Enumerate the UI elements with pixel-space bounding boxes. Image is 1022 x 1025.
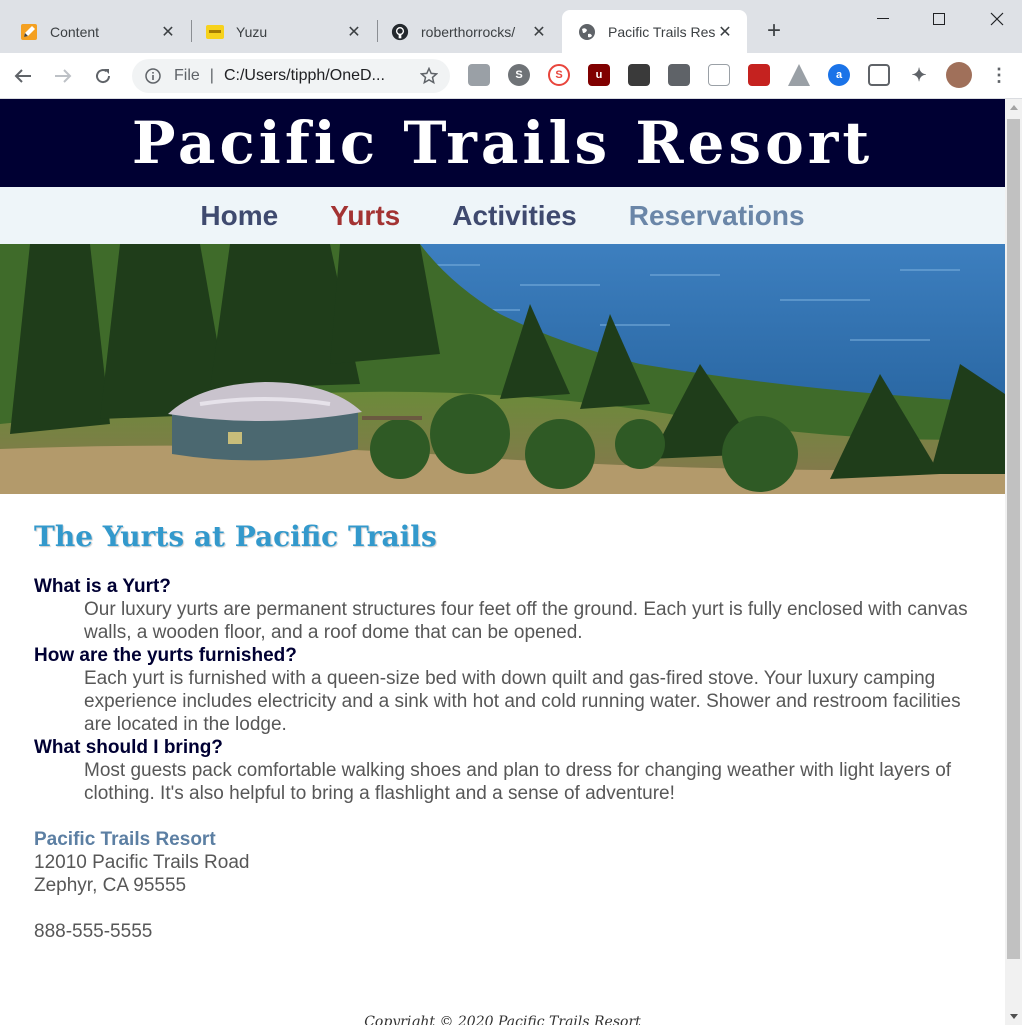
tab-yuzu[interactable]: Yuzu ✕ (186, 10, 376, 53)
contact-block: Pacific Trails Resort 12010 Pacific Trai… (34, 828, 971, 943)
faq-question: How are the yurts furnished? (34, 645, 297, 666)
contact-street: 12010 Pacific Trails Road (34, 852, 250, 873)
forward-arrow-icon[interactable] (50, 63, 76, 89)
shield-extension-icon[interactable] (748, 64, 770, 86)
close-icon[interactable]: ✕ (344, 22, 364, 42)
lightbulb-extension-icon[interactable] (668, 64, 690, 86)
skype-extension-icon[interactable]: S (508, 64, 530, 86)
tab-github[interactable]: roberthorrocks/ ✕ (371, 10, 561, 53)
scroll-down-arrow-icon[interactable] (1005, 1008, 1022, 1025)
main-content: The Yurts at Pacific Trails What is a Yu… (0, 494, 1005, 943)
contact-phone: 888-555-5555 (34, 921, 153, 942)
contact-city: Zephyr, CA 95555 (34, 875, 187, 896)
close-icon[interactable]: ✕ (158, 22, 178, 42)
site-nav: Home Yurts Activities Reservations (0, 187, 1005, 244)
ublock-extension-icon[interactable]: u (588, 64, 610, 86)
browser-toolbar: File | C:/Users/tipph/OneD... S S u a ✦ … (0, 53, 1022, 99)
faq-question: What should I bring? (34, 737, 223, 758)
faq-list: What is a Yurt? Our luxury yurts are per… (34, 575, 971, 805)
avatar[interactable] (946, 62, 972, 88)
reload-icon[interactable] (90, 63, 116, 89)
pocket-extension-icon[interactable] (708, 64, 730, 86)
minimize-icon[interactable] (860, 6, 906, 32)
page-scrollbar[interactable] (1005, 99, 1022, 1025)
faq-question: What is a Yurt? (34, 576, 171, 597)
back-arrow-icon[interactable] (10, 63, 36, 89)
office-extension-icon[interactable] (468, 64, 490, 86)
faq-answer: Each yurt is furnished with a queen-size… (84, 668, 961, 735)
s-extension-icon[interactable]: S (548, 64, 570, 86)
tab-title: Pacific Trails Res (608, 23, 715, 40)
page-viewport: Pacific Trails Resort Home Yurts Activit… (0, 99, 1005, 1025)
url-text: C:/Users/tipph/OneD... (223, 67, 385, 84)
close-window-icon[interactable] (974, 6, 1020, 32)
faq-answer: Most guests pack comfortable walking sho… (84, 760, 952, 804)
site-title: Pacific Trails Resort (131, 109, 874, 177)
tab-pacific-trails[interactable]: Pacific Trails Res ✕ (562, 10, 747, 53)
tab-content[interactable]: Content ✕ (0, 10, 190, 53)
globe-icon (578, 23, 596, 41)
github-icon (391, 23, 409, 41)
tab-title: Yuzu (236, 23, 268, 40)
close-icon[interactable]: ✕ (715, 22, 735, 42)
nav-yurts[interactable]: Yurts (330, 200, 400, 232)
url-scheme: File (174, 67, 200, 84)
scroll-thumb[interactable] (1007, 119, 1020, 959)
scroll-up-arrow-icon[interactable] (1005, 99, 1022, 116)
pencil-icon (20, 23, 38, 41)
menu-dots-icon[interactable]: ⋮ (988, 64, 1010, 86)
address-bar[interactable]: File | C:/Users/tipph/OneD... (132, 59, 450, 93)
drive-extension-icon[interactable] (788, 64, 810, 86)
nav-home[interactable]: Home (200, 200, 278, 232)
page-heading: The Yurts at Pacific Trails (34, 520, 437, 553)
nav-activities[interactable]: Activities (452, 200, 577, 232)
tab-extension-icon[interactable] (868, 64, 890, 86)
hero-image (0, 244, 1005, 494)
maximize-icon[interactable] (916, 6, 962, 32)
new-tab-icon[interactable]: + (762, 19, 786, 44)
tab-title: roberthorrocks/ (421, 23, 516, 40)
kindle-extension-icon[interactable] (628, 64, 650, 86)
contact-company: Pacific Trails Resort (34, 829, 216, 850)
a-extension-icon[interactable]: a (828, 64, 850, 86)
faq-answer: Our luxury yurts are permanent structure… (84, 599, 968, 643)
url-divider: | (209, 67, 214, 84)
puzzle-extensions-icon[interactable]: ✦ (908, 64, 930, 86)
tab-title: Content (50, 23, 100, 40)
info-icon[interactable] (144, 67, 162, 85)
nav-reservations[interactable]: Reservations (629, 200, 805, 232)
site-header: Pacific Trails Resort (0, 99, 1005, 187)
yuzu-icon (206, 23, 224, 41)
tab-strip: Content ✕ Yuzu ✕ roberthorrocks/ ✕ Pacif… (0, 0, 1022, 53)
close-icon[interactable]: ✕ (529, 22, 549, 42)
site-footer: Copyright © 2020 Pacific Trails Resort (364, 1014, 641, 1025)
bookmark-star-icon[interactable] (418, 67, 440, 85)
